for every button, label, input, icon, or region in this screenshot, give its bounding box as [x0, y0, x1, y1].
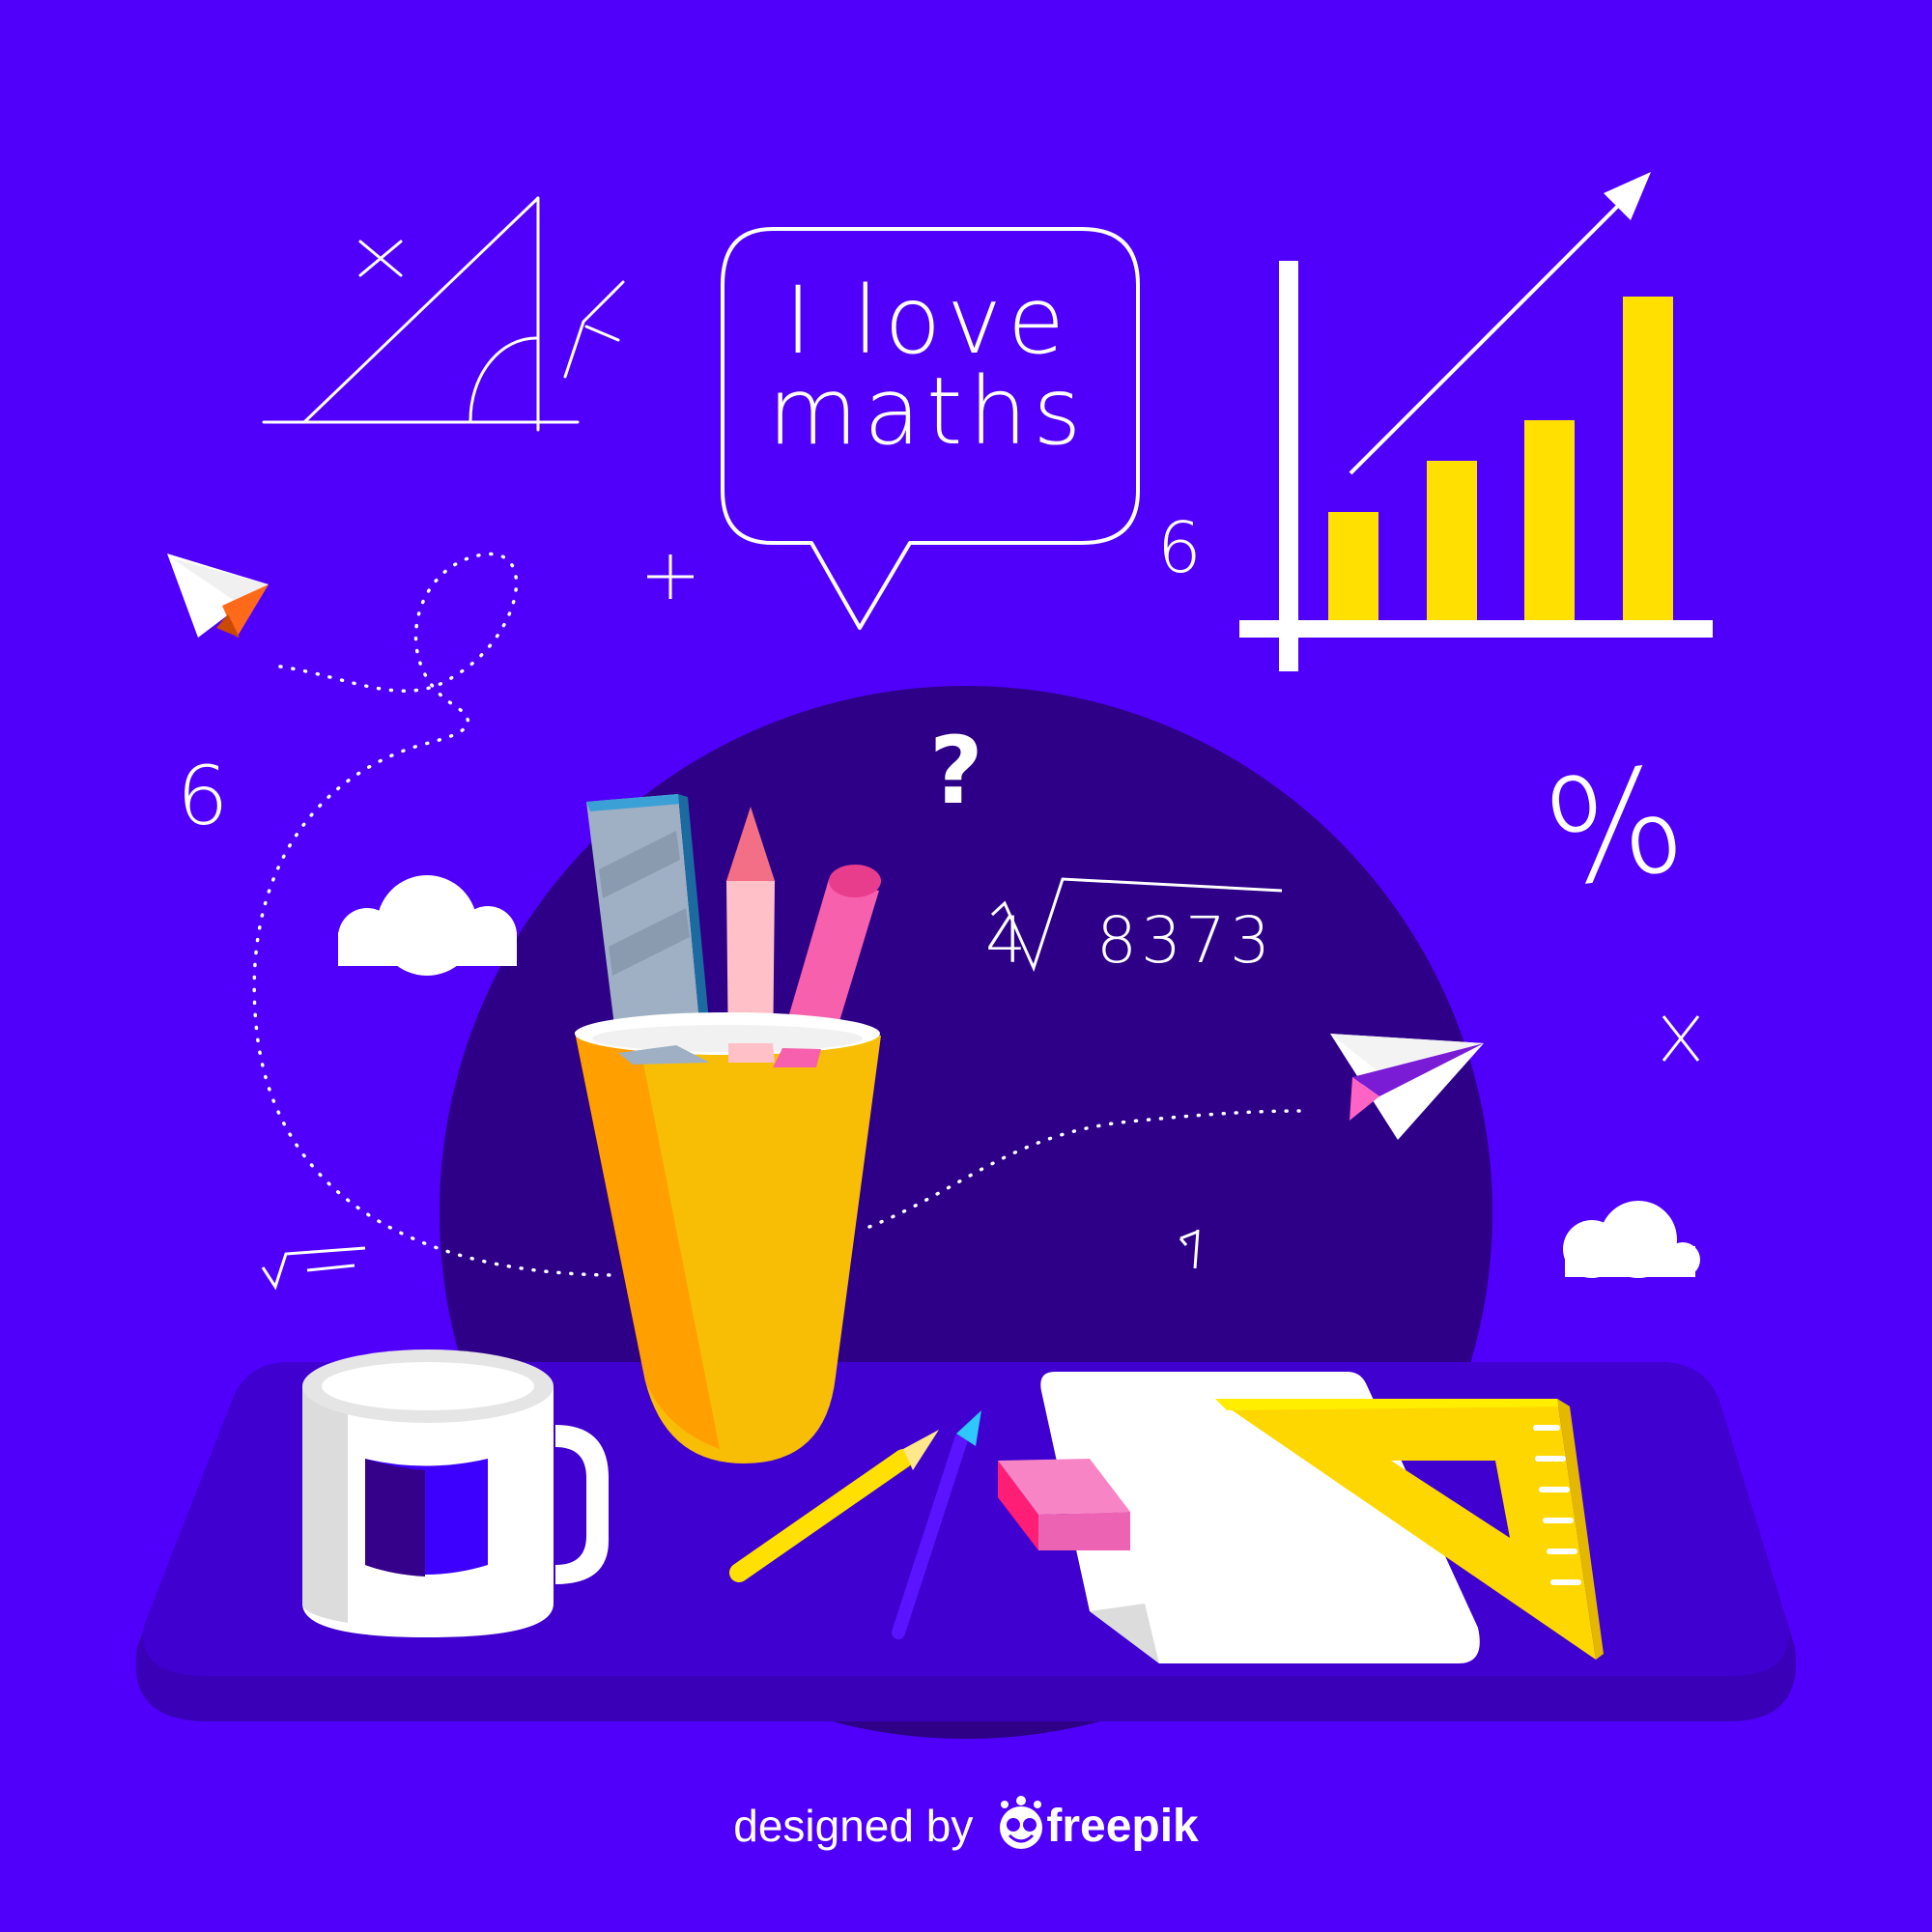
- illustration: I love maths ? 6 6 % 4 8373 designed by …: [0, 0, 1932, 1932]
- root-radicand: 8373: [1096, 903, 1274, 978]
- multiply-icon: [1662, 1015, 1700, 1062]
- credit-line: designed by freepik: [0, 1787, 1932, 1864]
- percent-sign: %: [1534, 734, 1694, 922]
- cloud-icon: [1563, 1201, 1700, 1278]
- bubble-line-1: I love: [783, 267, 1071, 375]
- digit-six: 6: [1157, 507, 1202, 588]
- cloud-icon: [338, 875, 517, 976]
- paper-plane-icon: [167, 554, 269, 638]
- sqrt-sketch-icon: [261, 1246, 366, 1291]
- root-index: 4: [985, 903, 1026, 978]
- credit-brand[interactable]: freepik: [1046, 1800, 1198, 1853]
- digit-six: 6: [177, 749, 229, 843]
- credit-prefix: designed by: [733, 1801, 974, 1851]
- bubble-line-2: maths: [767, 357, 1088, 466]
- speech-bubble-text: I love maths: [734, 267, 1121, 466]
- question-mark: ?: [929, 717, 983, 825]
- plus-icon: [647, 554, 694, 599]
- bar-chart-icon: [1239, 172, 1713, 671]
- triangle-sketch-icon: [262, 196, 625, 432]
